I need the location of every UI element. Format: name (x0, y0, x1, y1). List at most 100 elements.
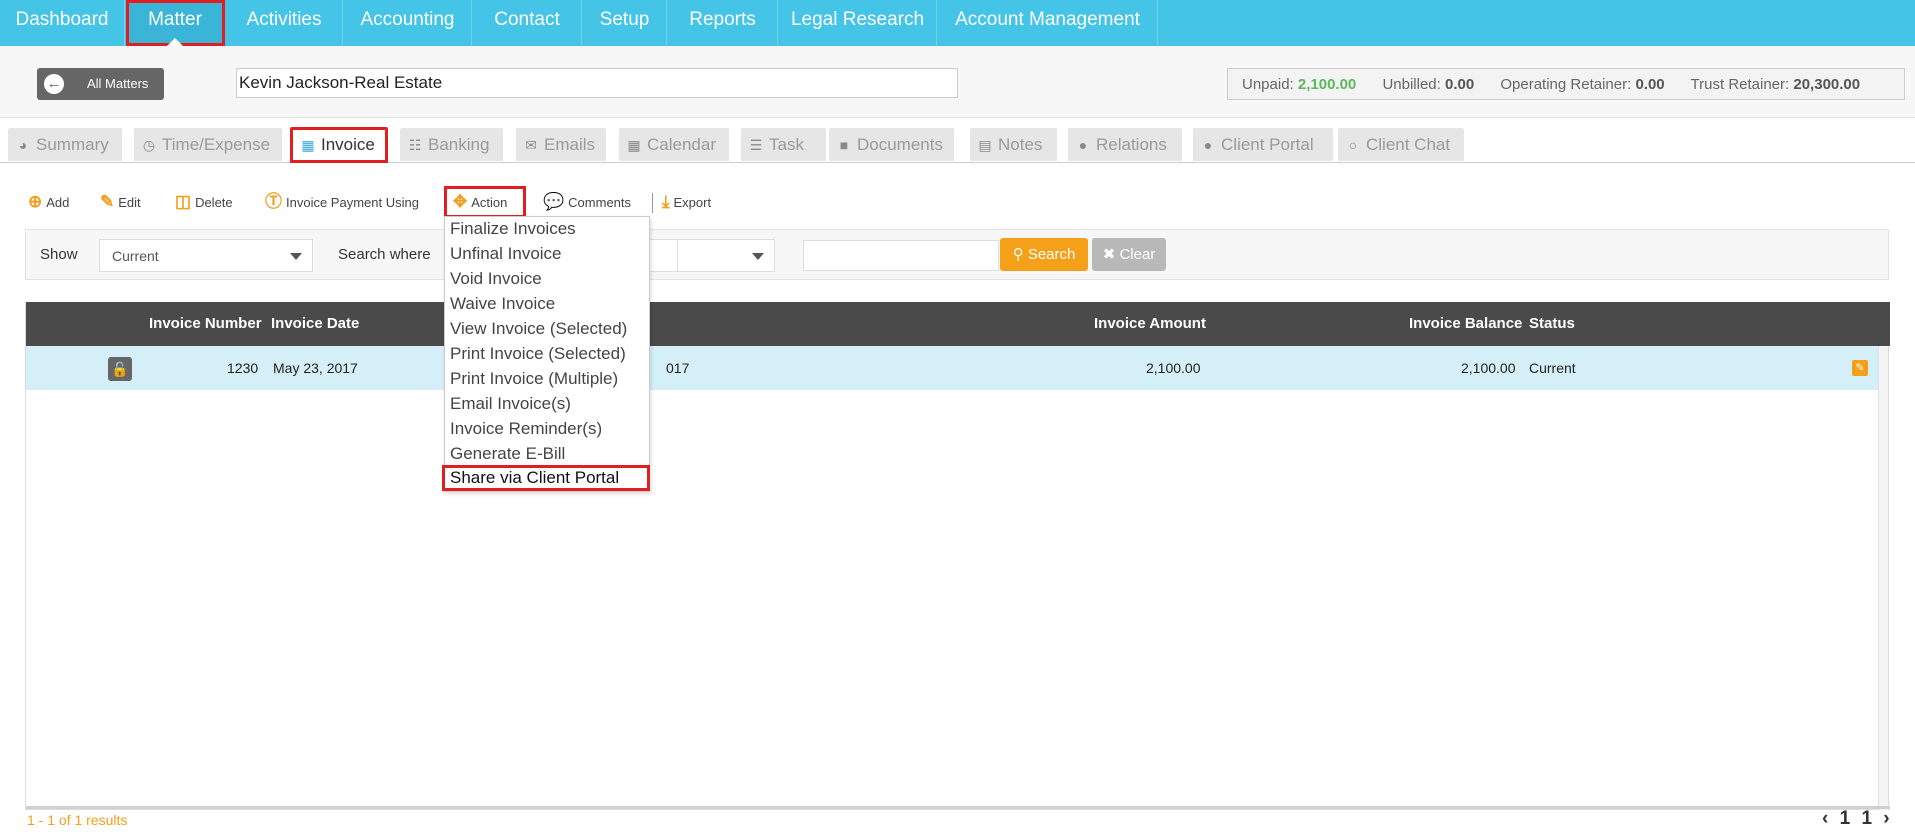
table-row[interactable]: 🔓 1230 May 23, 2017 017 2,100.00 2,100.0… (26, 346, 1878, 390)
tab-banking[interactable]: ☷ Banking (400, 128, 503, 161)
nav-legal-research[interactable]: Legal Research (779, 0, 937, 46)
all-matters-button[interactable]: ← All Matters (37, 68, 164, 100)
col-status[interactable]: Status (1529, 315, 1575, 332)
nav-accounting[interactable]: Accounting (344, 0, 472, 46)
nav-label: Reports (689, 9, 756, 30)
nav-contact[interactable]: Contact (473, 0, 582, 46)
tab-invoice[interactable]: ▦ Invoice (290, 127, 388, 163)
tab-label: Time/Expense (162, 135, 271, 154)
nav-setup[interactable]: Setup (583, 0, 667, 46)
menu-item-finalize-invoices[interactable]: Finalize Invoices (450, 219, 576, 239)
export-button[interactable]: ⤓ Export (662, 186, 711, 218)
cell-invoice-number: 1230 (227, 360, 259, 376)
move-arrows-icon: ✥ (453, 192, 468, 211)
comments-button[interactable]: 💬 Comments (543, 186, 631, 218)
tab-label: Emails (544, 135, 596, 154)
nav-matter[interactable]: Matter (126, 0, 225, 46)
edit-button[interactable]: ✎ Edit (100, 186, 141, 218)
invoice-payment-button[interactable]: Ⓣ Invoice Payment Using (265, 186, 419, 218)
cell-date-fragment: 017 (666, 360, 690, 376)
file-icon: ▤ (978, 137, 992, 153)
nav-account-management[interactable]: Account Management (938, 0, 1158, 46)
unbilled-value: 0.00 (1444, 76, 1475, 93)
matter-name-field[interactable]: Kevin Jackson-Real Estate (236, 68, 958, 98)
unpaid-label: Unpaid: (1242, 76, 1294, 93)
nav-label: Legal Research (790, 9, 925, 30)
dashboard-icon: ◕ (18, 137, 28, 153)
matter-bar: ← All Matters Kevin Jackson-Real Estate … (0, 46, 1915, 118)
menu-item-print-invoice-multiple[interactable]: Print Invoice (Multiple) (450, 369, 618, 389)
menu-item-unfinal-invoice[interactable]: Unfinal Invoice (450, 244, 562, 264)
pagination[interactable]: ‹ 1 1 › (1822, 808, 1893, 830)
col-invoice-balance[interactable]: Invoice Balance (1409, 315, 1522, 332)
all-matters-label: All Matters (87, 76, 149, 91)
tab-client-chat[interactable]: ○ Client Chat (1338, 128, 1464, 161)
comments-label: Comments (568, 195, 632, 210)
tab-emails[interactable]: ✉ Emails (516, 128, 606, 161)
menu-item-print-invoice-selected[interactable]: Print Invoice (Selected) (450, 344, 626, 364)
search-operator-select[interactable] (677, 239, 775, 272)
tab-time-expense[interactable]: ◷ Time/Expense (134, 128, 282, 161)
tab-relations[interactable]: ● Relations (1068, 128, 1182, 161)
cell-status: Current (1529, 360, 1576, 376)
nav-activities[interactable]: Activities (226, 0, 343, 46)
horizontal-scrollbar[interactable] (26, 806, 1890, 809)
nav-label: Account Management (955, 9, 1140, 30)
col-invoice-number[interactable]: Invoice Number (149, 315, 262, 332)
tab-summary[interactable]: ◕ Summary (8, 128, 122, 161)
clear-button[interactable]: ✖ Clear (1092, 238, 1166, 271)
col-invoice-date[interactable]: Invoice Date (271, 315, 359, 332)
tab-label: Task (769, 135, 804, 154)
search-button[interactable]: ⚲ Search (1000, 238, 1088, 271)
show-select[interactable]: Current (99, 239, 313, 272)
tab-label: Documents (857, 135, 943, 154)
unlock-icon[interactable]: 🔓 (108, 357, 132, 381)
cell-invoice-balance: 2,100.00 (1461, 360, 1516, 376)
menu-item-void-invoice[interactable]: Void Invoice (450, 269, 542, 289)
payment-label: Invoice Payment Using (286, 195, 419, 210)
tab-client-portal[interactable]: ● Client Portal (1193, 128, 1333, 161)
menu-item-invoice-reminders[interactable]: Invoice Reminder(s) (450, 419, 602, 439)
nav-dashboard[interactable]: Dashboard (0, 0, 125, 46)
cell-invoice-date: May 23, 2017 (273, 360, 358, 376)
top-nav: Dashboard Matter Activities Accounting C… (0, 0, 1915, 46)
trust-retainer-label: Trust Retainer: (1690, 76, 1790, 93)
menu-item-waive-invoice[interactable]: Waive Invoice (450, 294, 555, 314)
menu-item-view-invoice-selected[interactable]: View Invoice (Selected) (450, 319, 627, 339)
nav-reports[interactable]: Reports (668, 0, 778, 46)
menu-item-generate-ebill[interactable]: Generate E-Bill (450, 444, 565, 464)
trash-icon: ◫ (175, 192, 192, 211)
matter-balance-summary: Unpaid: 2,100.00 Unbilled: 0.00 Operatin… (1227, 68, 1905, 100)
nav-label: Matter (148, 9, 202, 30)
tab-label: Client Portal (1221, 135, 1314, 154)
add-button[interactable]: ⊕ Add (28, 186, 69, 218)
edit-row-icon[interactable]: ✎ (1852, 360, 1868, 376)
tab-documents[interactable]: ■ Documents (829, 128, 954, 161)
invoice-toolbar: ⊕ Add ✎ Edit ◫ Delete Ⓣ Invoice Payment Usin… (0, 186, 1000, 218)
search-where-label: Search where (338, 246, 431, 263)
action-button[interactable]: ✥ Action (444, 186, 526, 218)
comments-icon: 💬 (543, 192, 565, 211)
toolbar-divider (652, 193, 653, 213)
menu-item-email-invoices[interactable]: Email Invoice(s) (450, 394, 571, 414)
nav-label: Contact (494, 9, 560, 30)
col-invoice-amount[interactable]: Invoice Amount (1094, 315, 1206, 332)
menu-item-share-via-client-portal[interactable]: Share via Client Portal (442, 465, 650, 491)
operating-retainer-value: 0.00 (1635, 76, 1665, 93)
trust-retainer-value: 20,300.00 (1793, 76, 1861, 93)
tab-label: Summary (36, 135, 109, 154)
edit-icon: ✎ (100, 192, 115, 211)
results-count: 1 - 1 of 1 results (27, 812, 128, 828)
tab-calendar[interactable]: ▦ Calendar (619, 128, 729, 161)
vertical-scrollbar[interactable] (1878, 346, 1888, 810)
tab-label: Invoice (321, 135, 375, 154)
delete-button[interactable]: ◫ Delete (175, 186, 233, 218)
chevron-down-icon (290, 253, 302, 260)
folder-icon: ■ (839, 137, 849, 153)
tab-label: Calendar (647, 135, 716, 154)
nav-label: Setup (599, 9, 650, 30)
search-input[interactable] (803, 240, 999, 271)
invoice-table: Invoice Number Invoice Date Invoice Amou… (25, 302, 1890, 810)
tab-task[interactable]: ☰ Task (741, 128, 826, 161)
tab-notes[interactable]: ▤ Notes (970, 128, 1057, 161)
